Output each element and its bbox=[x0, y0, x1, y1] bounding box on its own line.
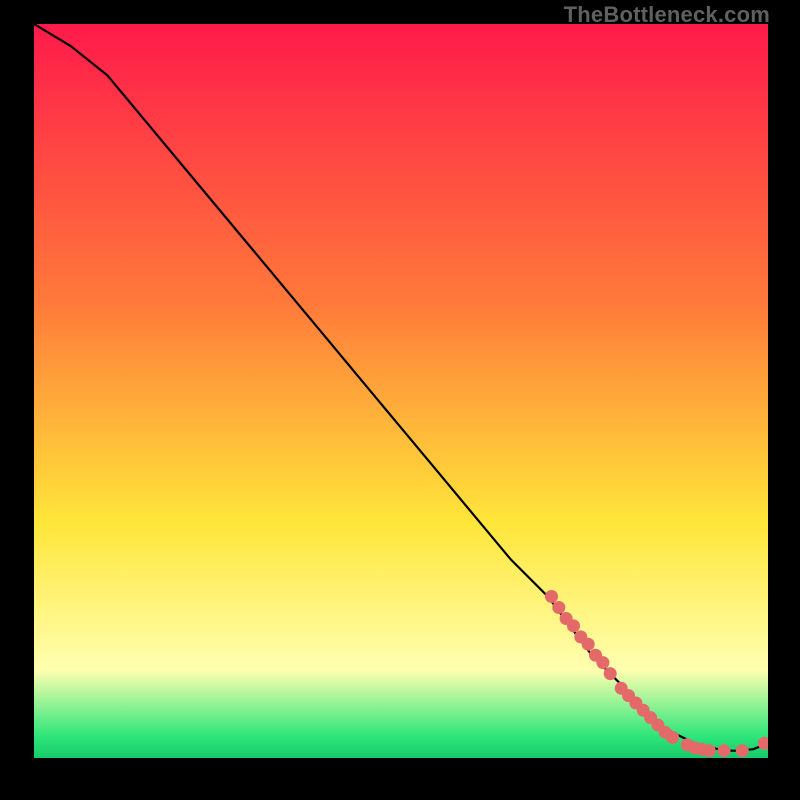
chart-frame: TheBottleneck.com bbox=[0, 0, 800, 800]
data-point bbox=[567, 619, 580, 632]
data-point bbox=[582, 638, 595, 651]
bottleneck-plot bbox=[34, 24, 768, 758]
data-point bbox=[736, 744, 749, 757]
data-point bbox=[718, 744, 731, 757]
gradient-background bbox=[34, 24, 768, 758]
data-point bbox=[596, 656, 609, 669]
data-point bbox=[703, 744, 716, 757]
data-point bbox=[666, 731, 679, 744]
data-point bbox=[552, 601, 565, 614]
data-point bbox=[545, 590, 558, 603]
data-point bbox=[604, 667, 617, 680]
